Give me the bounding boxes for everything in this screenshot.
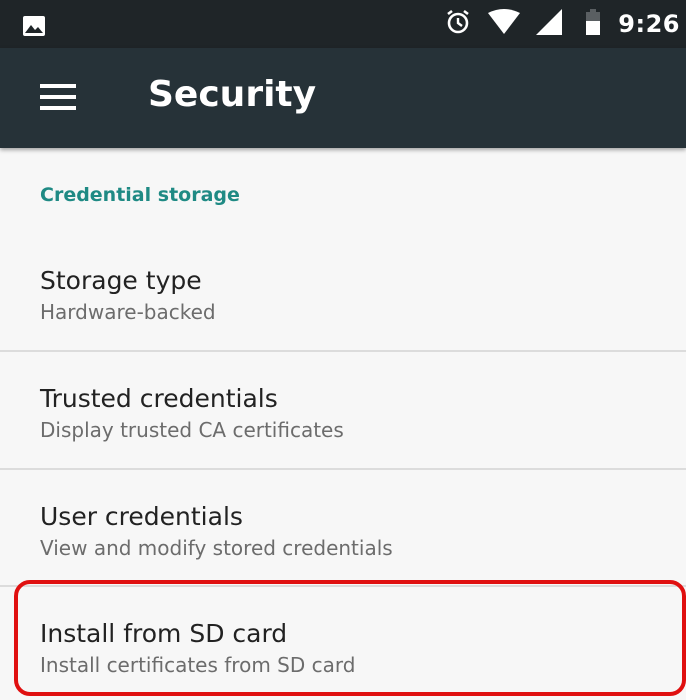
pref-item-user-credentials[interactable]: User credentials View and modify stored …	[0, 470, 686, 586]
pref-item-storage-type[interactable]: Storage type Hardware-backed	[0, 236, 686, 352]
pref-item-summary: Display trusted CA certificates	[40, 418, 344, 442]
menu-icon[interactable]	[40, 84, 76, 110]
section-header-credential-storage: Credential storage	[40, 184, 240, 206]
status-bar: 9:26	[0, 0, 686, 48]
status-time: 9:26	[618, 10, 680, 38]
pref-item-title: Install from SD card	[40, 619, 288, 648]
pref-item-summary: View and modify stored credentials	[40, 536, 393, 560]
page-title: Security	[148, 74, 317, 115]
wifi-icon	[488, 8, 521, 40]
image-icon	[22, 14, 46, 38]
pref-item-install-from-sd-card[interactable]: Install from SD card Install certificate…	[0, 587, 686, 700]
pref-item-title: Trusted credentials	[40, 384, 278, 413]
alarm-icon	[444, 8, 472, 41]
signal-icon	[536, 8, 563, 40]
pref-item-trusted-credentials[interactable]: Trusted credentials Display trusted CA c…	[0, 352, 686, 468]
pref-item-summary: Install certificates from SD card	[40, 653, 356, 677]
pref-item-title: User credentials	[40, 502, 243, 531]
battery-icon	[586, 8, 601, 40]
status-icons: 9:26	[444, 0, 680, 48]
pref-item-title: Storage type	[40, 266, 202, 295]
phone-screen: 9:26 Security Credential storage Storage…	[0, 0, 686, 700]
pref-item-summary: Hardware-backed	[40, 300, 216, 324]
app-toolbar: Security	[0, 48, 686, 148]
